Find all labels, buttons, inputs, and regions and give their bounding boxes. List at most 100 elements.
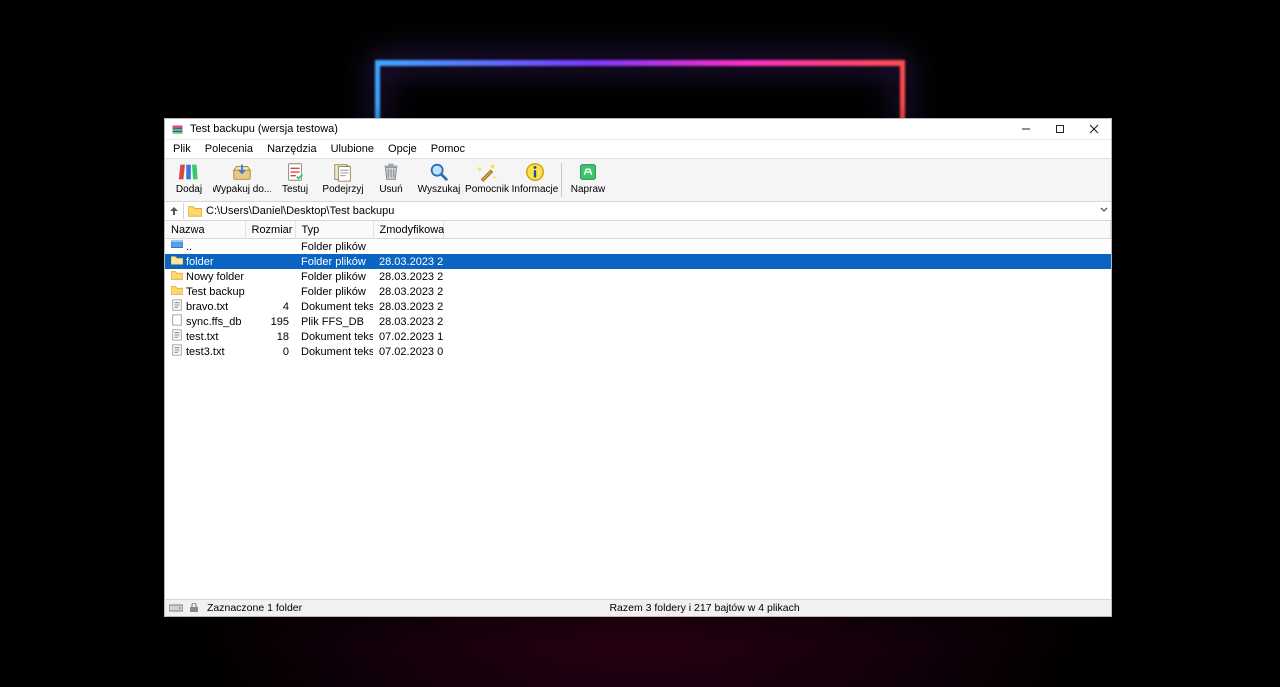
file-name: sync.ffs_db: [186, 316, 241, 328]
tool-repair-label: Napraw: [571, 184, 605, 195]
file-name: bravo.txt: [186, 301, 228, 313]
tool-wizard[interactable]: Pomocnik: [463, 159, 511, 203]
folder-icon: [171, 254, 183, 269]
file-type: Folder plików: [295, 254, 373, 269]
close-icon: [1089, 124, 1099, 134]
titlebar[interactable]: Test backupu (wersja testowa): [165, 119, 1111, 140]
file-size: [245, 269, 295, 284]
file-modified: 28.03.2023 22:26: [373, 314, 443, 329]
file-modified: 28.03.2023 22:46: [373, 299, 443, 314]
window-title: Test backupu (wersja testowa): [190, 123, 338, 135]
text-icon: [171, 299, 183, 314]
repair-icon: [577, 161, 599, 183]
file-modified: 28.03.2023 22:43: [373, 254, 443, 269]
folder-icon: [171, 284, 183, 299]
table-row[interactable]: Nowy folderFolder plików28.03.2023 22:45: [165, 269, 1111, 284]
winrar-window: Test backupu (wersja testowa) Plik Polec…: [164, 118, 1112, 617]
file-size: 18: [245, 329, 295, 344]
table-row[interactable]: ..Folder plików: [165, 239, 1111, 255]
magnifier-icon: [428, 161, 450, 183]
file-name: folder: [186, 256, 214, 268]
table-row[interactable]: test3.txt0Dokument tekstowy07.02.2023 09…: [165, 344, 1111, 359]
table-row[interactable]: Test backupuFolder plików28.03.2023 22:4…: [165, 284, 1111, 299]
file-size: 0: [245, 344, 295, 359]
file-size: [245, 284, 295, 299]
table-row[interactable]: sync.ffs_db 195Plik FFS_DB28.03.2023 22:2…: [165, 314, 1111, 329]
tool-delete[interactable]: Usuń: [367, 159, 415, 203]
minimize-button[interactable]: [1009, 119, 1043, 139]
menu-pomoc[interactable]: Pomoc: [425, 142, 471, 156]
toolbar-separator: [561, 163, 562, 197]
winrar-app-icon: [171, 123, 184, 136]
statusbar: Zaznaczone 1 folder Razem 3 foldery i 21…: [165, 599, 1111, 616]
tool-info[interactable]: Informacje: [511, 159, 559, 203]
file-name: ..: [186, 241, 192, 253]
col-size[interactable]: Rozmiar: [245, 221, 295, 239]
view-icon: [332, 161, 354, 183]
toolbar: Dodaj Wypakuj do... Testuj: [165, 159, 1111, 202]
status-icons: [169, 603, 201, 613]
file-modified: 07.02.2023 09:28: [373, 344, 443, 359]
col-type[interactable]: Typ: [295, 221, 373, 239]
desktop-background: Test backupu (wersja testowa) Plik Polec…: [0, 0, 1280, 687]
tool-repair[interactable]: Napraw: [564, 159, 612, 203]
status-selection: Zaznaczone 1 folder: [207, 602, 302, 614]
tool-add[interactable]: Dodaj: [165, 159, 213, 203]
col-name[interactable]: Nazwa: [165, 221, 245, 239]
tool-find-label: Wyszukaj: [418, 184, 461, 195]
file-type: Dokument tekstowy: [295, 299, 373, 314]
table-row[interactable]: folder Folder plików28.03.2023 22:43: [165, 254, 1111, 269]
folder-icon: [188, 205, 202, 217]
tool-info-label: Informacje: [512, 184, 559, 195]
status-summary: Razem 3 foldery i 217 bajtów w 4 plikach: [302, 602, 1107, 614]
file-modified: [373, 239, 443, 255]
tool-find[interactable]: Wyszukaj: [415, 159, 463, 203]
close-button[interactable]: [1077, 119, 1111, 139]
file-modified: 28.03.2023 22:45: [373, 269, 443, 284]
go-up-button[interactable]: [165, 203, 184, 219]
menu-polecenia[interactable]: Polecenia: [199, 142, 259, 156]
file-size: [245, 239, 295, 255]
col-filler: [443, 221, 1111, 239]
file-list[interactable]: Nazwa Rozmiar Typ Zmodyfikowany ..Folder…: [165, 221, 1111, 599]
wizard-icon: [476, 161, 498, 183]
arrow-up-icon: [169, 206, 179, 216]
maximize-icon: [1055, 124, 1065, 134]
tool-view[interactable]: Podejrzyj: [319, 159, 367, 203]
text-icon: [171, 344, 183, 359]
lock-icon: [187, 603, 201, 613]
maximize-button[interactable]: [1043, 119, 1077, 139]
menu-ulubione[interactable]: Ulubione: [325, 142, 380, 156]
minimize-icon: [1021, 124, 1031, 134]
books-add-icon: [178, 161, 200, 183]
text-icon: [171, 329, 183, 344]
col-modified[interactable]: Zmodyfikowany: [373, 221, 443, 239]
menu-plik[interactable]: Plik: [167, 142, 197, 156]
extract-icon: [231, 161, 253, 183]
file-name: Test backupu: [186, 286, 245, 298]
table-row[interactable]: bravo.txt4Dokument tekstowy28.03.2023 22…: [165, 299, 1111, 314]
path-dropdown-button[interactable]: [1097, 205, 1111, 217]
tool-view-label: Podejrzyj: [322, 184, 363, 195]
path-input[interactable]: [206, 205, 1097, 217]
tool-extract-label: Wypakuj do...: [213, 184, 271, 195]
table-row[interactable]: test.txt18Dokument tekstowy07.02.2023 11…: [165, 329, 1111, 344]
pathbar: [165, 202, 1111, 221]
test-icon: [284, 161, 306, 183]
tool-wizard-label: Pomocnik: [465, 184, 509, 195]
trash-icon: [380, 161, 402, 183]
file-name: Nowy folder: [186, 271, 244, 283]
chevron-down-icon: [1100, 206, 1108, 214]
menu-opcje[interactable]: Opcje: [382, 142, 423, 156]
tool-delete-label: Usuń: [379, 184, 402, 195]
file-modified: 07.02.2023 11:27: [373, 329, 443, 344]
file-size: 195: [245, 314, 295, 329]
file-type: Folder plików: [295, 284, 373, 299]
file-type: Plik FFS_DB: [295, 314, 373, 329]
menu-narzedzia[interactable]: Narzędzia: [261, 142, 323, 156]
tool-test[interactable]: Testuj: [271, 159, 319, 203]
drive-icon: [171, 239, 183, 254]
file-type: Dokument tekstowy: [295, 344, 373, 359]
tool-extract[interactable]: Wypakuj do...: [213, 159, 271, 203]
file-name: test.txt: [186, 331, 218, 343]
